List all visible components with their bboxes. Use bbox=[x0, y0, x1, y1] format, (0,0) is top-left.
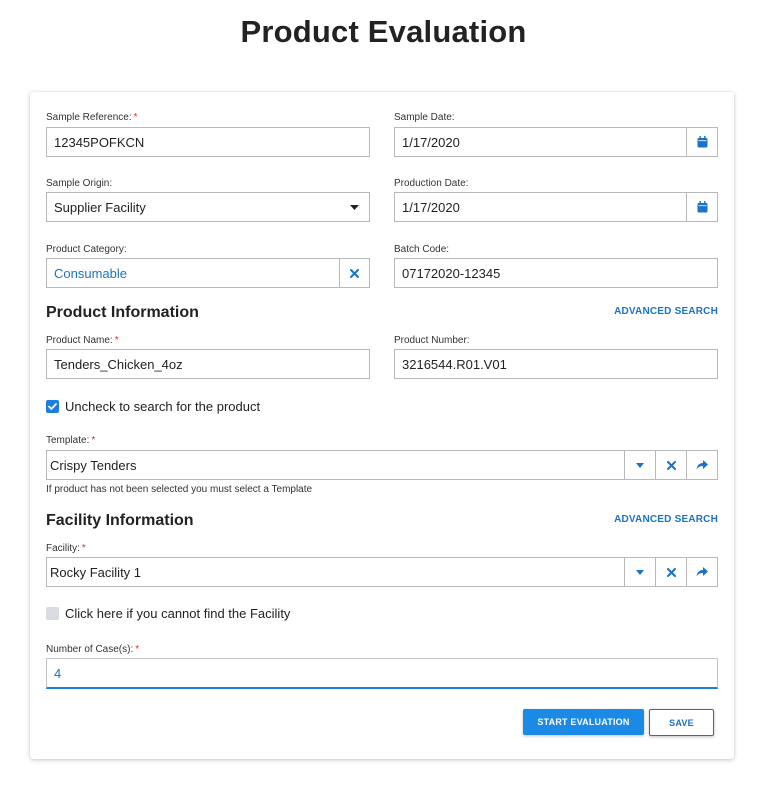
batch-code-input[interactable]: 07172020-12345 bbox=[394, 258, 718, 288]
production-date-label: Production Date: bbox=[394, 178, 469, 189]
cannot-find-facility-checkbox-row[interactable]: Click here if you cannot find the Facili… bbox=[46, 606, 290, 621]
caret-down-icon[interactable] bbox=[339, 193, 369, 221]
product-information-heading: Product Information bbox=[46, 304, 199, 321]
facility-advanced-search-link[interactable]: ADVANCED SEARCH bbox=[614, 514, 718, 525]
sample-date-value: 1/17/2020 bbox=[402, 134, 460, 150]
sample-origin-value: Supplier Facility bbox=[54, 199, 146, 215]
product-name-input[interactable]: Tenders_Chicken_4oz bbox=[46, 349, 370, 379]
template-select[interactable]: Crispy Tenders bbox=[46, 450, 718, 480]
checkmark-icon bbox=[48, 403, 57, 410]
caret-down-icon[interactable] bbox=[624, 558, 655, 586]
calendar-icon[interactable] bbox=[686, 128, 717, 156]
facility-information-heading: Facility Information bbox=[46, 512, 194, 529]
template-label: Template: * bbox=[46, 435, 96, 446]
sample-date-input[interactable]: 1/17/2020 bbox=[394, 127, 718, 157]
sample-reference-input[interactable]: 12345POFKCN bbox=[46, 127, 370, 157]
start-evaluation-button[interactable]: START EVALUATION bbox=[523, 709, 644, 735]
product-category-input[interactable]: Consumable bbox=[46, 258, 370, 288]
facility-select[interactable]: Rocky Facility 1 bbox=[46, 557, 718, 587]
number-of-cases-value: 4 bbox=[54, 665, 62, 681]
number-of-cases-input[interactable]: 4 bbox=[46, 658, 718, 689]
sample-origin-select[interactable]: Supplier Facility bbox=[46, 192, 370, 222]
sample-date-label: Sample Date: bbox=[394, 112, 455, 123]
number-of-cases-label: Number of Case(s): * bbox=[46, 644, 140, 655]
search-product-checkbox-label: Uncheck to search for the product bbox=[65, 399, 261, 414]
batch-code-label: Batch Code: bbox=[394, 244, 450, 255]
calendar-icon[interactable] bbox=[686, 193, 717, 221]
product-number-label: Product Number: bbox=[394, 335, 470, 346]
product-number-value: 3216544.R01.V01 bbox=[402, 356, 507, 372]
share-arrow-icon[interactable] bbox=[686, 451, 717, 479]
product-advanced-search-link[interactable]: ADVANCED SEARCH bbox=[614, 306, 718, 317]
save-button[interactable]: SAVE bbox=[649, 709, 714, 736]
clear-icon[interactable] bbox=[655, 451, 686, 479]
search-product-checkbox[interactable] bbox=[46, 400, 59, 413]
sample-reference-value: 12345POFKCN bbox=[54, 134, 145, 150]
product-category-label: Product Category: bbox=[46, 244, 127, 255]
production-date-input[interactable]: 1/17/2020 bbox=[394, 192, 718, 222]
share-arrow-icon[interactable] bbox=[686, 558, 717, 586]
cannot-find-facility-checkbox[interactable] bbox=[46, 607, 59, 620]
evaluation-form-card: Sample Reference: * 12345POFKCN Sample Da… bbox=[30, 92, 734, 759]
production-date-value: 1/17/2020 bbox=[402, 199, 460, 215]
product-category-value: Consumable bbox=[54, 265, 127, 281]
cannot-find-facility-checkbox-label: Click here if you cannot find the Facili… bbox=[65, 606, 291, 621]
sample-reference-label: Sample Reference: * bbox=[46, 112, 138, 123]
product-name-label: Product Name: * bbox=[46, 335, 119, 346]
facility-label: Facility: * bbox=[46, 543, 86, 554]
facility-value: Rocky Facility 1 bbox=[50, 564, 142, 580]
search-product-checkbox-row[interactable]: Uncheck to search for the product bbox=[46, 399, 260, 414]
clear-icon[interactable] bbox=[655, 558, 686, 586]
page-title: Product Evaluation bbox=[240, 14, 527, 49]
product-name-value: Tenders_Chicken_4oz bbox=[54, 356, 183, 372]
caret-down-icon[interactable] bbox=[624, 451, 655, 479]
template-value: Crispy Tenders bbox=[50, 457, 137, 473]
product-number-input[interactable]: 3216544.R01.V01 bbox=[394, 349, 718, 379]
batch-code-value: 07172020-12345 bbox=[402, 265, 501, 281]
template-help-text: If product has not been selected you mus… bbox=[46, 484, 313, 495]
clear-icon[interactable] bbox=[339, 259, 369, 287]
sample-origin-label: Sample Origin: bbox=[46, 178, 113, 189]
